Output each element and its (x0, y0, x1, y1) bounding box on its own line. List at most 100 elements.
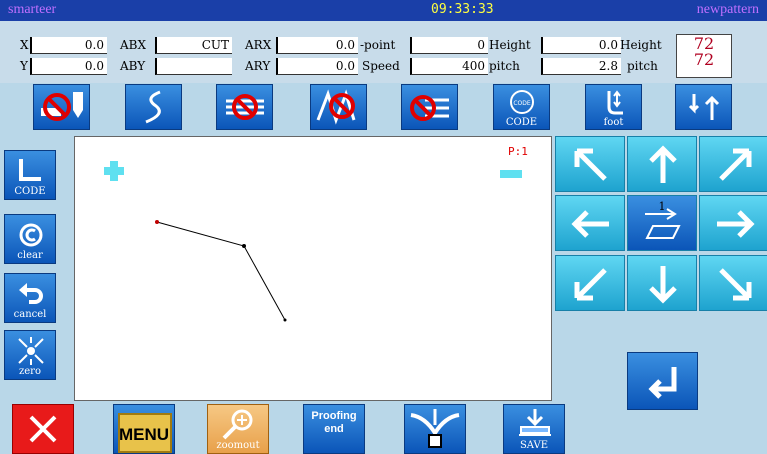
arrow-up-icon (649, 145, 677, 183)
abx-value: CUT (155, 37, 232, 54)
cancel-caption: cancel (13, 309, 47, 320)
point-value: 0 (410, 37, 488, 54)
foot-button[interactable]: foot (585, 84, 642, 130)
move-down-right-button[interactable] (699, 255, 767, 311)
zoomout-button[interactable]: zoomout (207, 404, 269, 454)
proofing-label: Proofing end (311, 410, 357, 435)
no-feed-button[interactable] (216, 84, 273, 130)
save-icon (519, 409, 551, 436)
pattern-canvas[interactable]: P:1 (74, 136, 552, 401)
needle-up-button[interactable] (675, 84, 732, 130)
y-value: 0.0 (30, 58, 107, 75)
svg-text:CODE: CODE (513, 100, 531, 107)
speed-value: 400 (410, 58, 488, 75)
ary-label: ARY (245, 59, 271, 73)
vertex-point (242, 244, 246, 248)
move-down-left-button[interactable] (555, 255, 625, 311)
enter-icon (648, 367, 677, 399)
arx-value: 0.0 (276, 37, 358, 54)
height2-value: 72 (693, 34, 715, 53)
move-up-right-button[interactable] (699, 136, 767, 192)
pitch-value: 2.8 (541, 58, 621, 75)
undo-icon (19, 283, 43, 304)
zero-button[interactable]: zero (4, 330, 56, 380)
pattern-name: newpattern (696, 2, 759, 17)
split-button[interactable] (404, 404, 466, 454)
split-icon (410, 409, 460, 448)
foot-icon (607, 90, 623, 115)
arrow-down-icon (649, 266, 677, 304)
feed-button[interactable]: 1 (627, 195, 697, 251)
clear-button[interactable]: clear (4, 214, 56, 264)
feed-plane-icon (645, 208, 681, 239)
start-point (155, 220, 159, 224)
arrow-right-icon (717, 210, 755, 238)
no-presser-button[interactable] (33, 84, 90, 130)
zoom-in-marker (104, 161, 124, 181)
speed-label: Speed (362, 59, 400, 73)
move-up-left-button[interactable] (555, 136, 625, 192)
title-bar: smarteer 09:33:33 newpattern (0, 0, 767, 21)
x-label: X (20, 38, 29, 52)
info-panel: X 0.0 Y 0.0 ABX CUT ABY ARX 0.0 ARY 0.0 … (0, 21, 767, 83)
cancel-button[interactable]: cancel (4, 273, 56, 323)
code-caption: CODE (505, 117, 538, 128)
copyright-icon (19, 223, 43, 247)
close-button[interactable] (12, 404, 74, 454)
ary-value: 0.0 (276, 58, 358, 75)
arrow-up-right-icon (719, 148, 752, 181)
close-icon (29, 415, 57, 443)
clear-caption: clear (17, 250, 43, 261)
zero-caption: zero (19, 366, 41, 377)
arrow-down-left-icon (574, 268, 607, 301)
zoomout-caption: zoomout (216, 440, 260, 451)
code-button[interactable]: CODE CODE (493, 84, 550, 130)
no-presser-icon (40, 92, 83, 121)
curve-icon (144, 90, 161, 124)
magnifier-icon (222, 409, 253, 440)
arrow-down-right-icon (719, 268, 752, 301)
zoom-out-marker (500, 170, 522, 178)
aby-value (155, 58, 232, 75)
x-value: 0.0 (30, 37, 107, 54)
menu-label: MENU (118, 425, 170, 444)
point-counter: P:1 (508, 145, 528, 158)
no-zigzag-button[interactable] (310, 84, 367, 130)
enter-button[interactable] (627, 352, 698, 410)
arrow-left-icon (571, 210, 609, 238)
menu-button[interactable]: MENU (113, 404, 175, 454)
foot-caption: foot (603, 117, 624, 128)
pitch2-label: pitch (627, 59, 658, 73)
move-up-button[interactable] (627, 136, 697, 192)
stitch-path (156, 221, 286, 321)
y-label: Y (20, 59, 28, 73)
save-caption: SAVE (519, 440, 549, 451)
move-left-button[interactable] (555, 195, 625, 251)
end-point (283, 318, 287, 322)
proofing-end-button[interactable]: Proofing end (303, 404, 365, 454)
point-label: -point (360, 38, 396, 52)
needle-up-icon (688, 94, 719, 120)
pattern-drawing (104, 161, 522, 322)
arx-label: ARX (245, 38, 272, 52)
corner-icon (19, 159, 41, 181)
clock: 09:33:33 (431, 2, 494, 17)
height2-label: Height (620, 38, 662, 52)
pitch-label: pitch (489, 59, 520, 73)
side-code-button[interactable]: CODE (4, 150, 56, 200)
no-stack-button[interactable] (401, 84, 458, 130)
app-name: smarteer (8, 2, 57, 17)
aby-label: ABY (120, 59, 146, 73)
move-right-button[interactable] (699, 195, 767, 251)
height-value: 0.0 (541, 37, 621, 54)
curve-button[interactable] (125, 84, 182, 130)
no-stack-icon (409, 95, 449, 121)
zero-origin-icon (18, 337, 44, 365)
code-icon: CODE (509, 90, 534, 114)
side-code-caption: CODE (14, 186, 46, 197)
move-down-button[interactable] (627, 255, 697, 311)
pitch2-value: 72 (693, 50, 715, 69)
save-button[interactable]: SAVE (503, 404, 565, 454)
no-feed-icon (225, 94, 264, 120)
abx-label: ABX (120, 38, 147, 52)
